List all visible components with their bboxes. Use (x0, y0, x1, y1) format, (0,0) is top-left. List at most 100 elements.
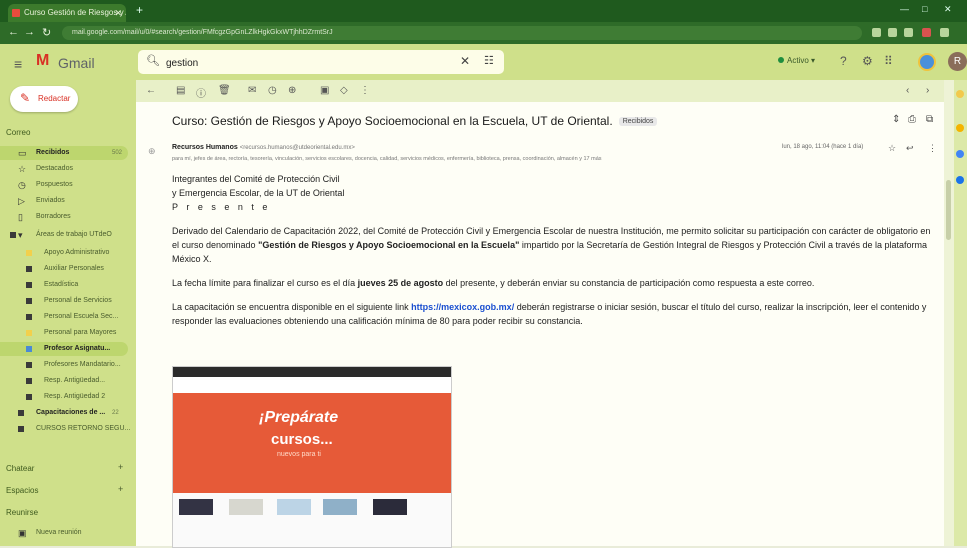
browser-tab[interactable]: Curso Gestión de Riesgos y Apo... ✕ (8, 4, 126, 22)
settings-gear-icon[interactable]: ⚙ (862, 54, 873, 68)
search-options-icon[interactable]: ☷ (484, 54, 494, 67)
snooze-icon[interactable]: ◷ (268, 85, 277, 96)
tasks-icon[interactable] (956, 150, 964, 158)
extension-icon[interactable] (872, 28, 881, 37)
sidebar-label-group[interactable]: ▾ Áreas de trabajo UTdeO (0, 228, 136, 242)
keep-icon[interactable] (956, 124, 964, 132)
avatar[interactable]: R (948, 52, 967, 71)
sidebar-label[interactable]: Capacitaciones de ... 22 (0, 406, 136, 420)
main-menu-icon[interactable]: ≡ (14, 56, 22, 72)
move-to-icon[interactable]: ▣ (320, 85, 329, 96)
add-space-icon[interactable]: + (118, 484, 123, 494)
sidebar-item-label: Apoyo Administrativo (44, 249, 110, 256)
add-chat-icon[interactable]: + (118, 462, 123, 472)
course-link[interactable]: https://mexicox.gob.mx/ (411, 302, 514, 312)
sidebar-label[interactable]: Personal para Mayores (0, 326, 136, 340)
sidebar-label[interactable]: CURSOS RETORNO SEGU... (0, 422, 136, 436)
embedded-image[interactable]: ¡Prepárate cursos... nuevos para ti (172, 366, 452, 548)
label-color-icon (10, 232, 16, 238)
print-icon[interactable]: ⎙ (908, 114, 916, 125)
browser-menu-icon[interactable] (940, 28, 949, 37)
extension-icon[interactable] (888, 28, 897, 37)
email-subject: Curso: Gestión de Riesgos y Apoyo Socioe… (172, 114, 658, 128)
back-icon[interactable]: ← (8, 26, 19, 38)
sidebar-label-selected[interactable]: Profesor Asignatu... (0, 342, 128, 356)
status-indicator[interactable]: Activo ▾ (778, 56, 815, 65)
scrollbar-thumb[interactable] (946, 180, 951, 240)
sidebar-section-mail[interactable]: Correo (6, 128, 30, 137)
email-body: Integrantes del Comité de Protección Civ… (172, 172, 932, 328)
sidebar-item-new-meeting[interactable]: ▣ Nueva reunión (0, 526, 136, 540)
scrollbar[interactable] (944, 80, 954, 546)
sidebar-label[interactable]: Personal Escuela Sec... (0, 310, 136, 324)
star-icon[interactable]: ☆ (888, 143, 896, 154)
contacts-icon[interactable] (956, 176, 964, 184)
more-options-icon[interactable]: ⋮ (360, 85, 370, 96)
help-icon[interactable]: ? (840, 54, 847, 68)
reply-icon[interactable]: ↩ (906, 143, 914, 154)
account-organization-icon[interactable] (918, 53, 936, 71)
sidebar-item-snoozed[interactable]: ◷ Pospuestos (0, 178, 136, 192)
sidebar-item-label: Resp. Antigüedad... (44, 377, 106, 384)
sidebar-item-drafts[interactable]: ▯ Borradores (0, 210, 136, 224)
sidebar-item-label: Estadística (44, 281, 79, 288)
label-badge[interactable]: Recibidos (618, 117, 658, 127)
sidebar-item-label: Auxiliar Personales (44, 265, 104, 272)
compose-button[interactable]: ✎ Redactar (10, 86, 78, 112)
sidebar-label[interactable]: Personal de Servicios (0, 294, 136, 308)
hero-caption: nuevos para ti (277, 451, 321, 458)
sidebar-label[interactable]: Resp. Antigüedad... (0, 374, 136, 388)
add-task-icon[interactable]: ⊕ (288, 85, 296, 96)
older-email-icon[interactable]: › (926, 85, 929, 96)
apps-grid-icon[interactable]: ⠿ (884, 54, 893, 68)
label-icon[interactable]: ◇ (340, 85, 348, 96)
send-icon: ▷ (18, 196, 25, 206)
more-actions-icon[interactable]: ⋮ (928, 143, 937, 154)
newer-email-icon[interactable]: ‹ (906, 85, 909, 96)
sidebar-label[interactable]: Apoyo Administrativo (0, 246, 136, 260)
forward-icon[interactable]: → (24, 26, 35, 38)
mark-unread-icon[interactable]: ✉ (248, 85, 256, 96)
sender-line: Recursos Humanos <recursos.humanos@utdeo… (172, 144, 355, 151)
sidebar-item-sent[interactable]: ▷ Enviados (0, 194, 136, 208)
sidebar-section-meet[interactable]: Reunirse (6, 508, 38, 517)
url-field[interactable]: mail.google.com/mail/u/0/#search/gestion… (62, 26, 862, 40)
expand-all-icon[interactable]: ⇕ (892, 114, 900, 125)
sender-name[interactable]: Recursos Humanos (172, 144, 238, 151)
tab-title: Curso Gestión de Riesgos y Apo... (24, 8, 126, 17)
sidebar-item-inbox[interactable]: ▭ Recibidos 502 (0, 146, 128, 160)
sidebar-item-starred[interactable]: ☆ Destacados (0, 162, 136, 176)
clear-search-icon[interactable]: ✕ (460, 54, 470, 68)
archive-icon[interactable]: ▤ (176, 85, 185, 96)
close-tab-icon[interactable]: ✕ (114, 4, 122, 22)
sidebar-label[interactable]: Profesores Mandatario... (0, 358, 136, 372)
label-color-icon (26, 362, 32, 368)
search-icon[interactable]: 🔍︎ (146, 54, 160, 67)
unread-count: 22 (112, 410, 119, 416)
report-spam-icon[interactable]: ⓘ (196, 85, 206, 100)
close-window-icon[interactable]: ✕ (944, 4, 952, 15)
sidebar-label[interactable]: Estadística (0, 278, 136, 292)
sidebar-item-label: Capacitaciones de ... (36, 409, 106, 416)
profile-icon[interactable] (922, 28, 931, 37)
reload-icon[interactable]: ↻ (42, 26, 51, 39)
back-to-list-icon[interactable]: ← (146, 85, 156, 96)
calendar-icon[interactable] (956, 90, 964, 98)
sidebar-label[interactable]: Resp. Antigüedad 2 (0, 390, 136, 404)
extension-icon[interactable] (904, 28, 913, 37)
sidebar-label[interactable]: Auxiliar Personales (0, 262, 136, 276)
sidebar-section-spaces[interactable]: Espacios (6, 486, 38, 495)
delete-icon[interactable]: 🗑︎ (218, 85, 231, 96)
open-new-window-icon[interactable]: ⧉ (926, 114, 933, 125)
paragraph-text: La capacitación se encuentra disponible … (172, 302, 412, 312)
recipients-line[interactable]: para mí, jefes de área, rectoría, tesore… (172, 156, 812, 162)
status-label: Activo (787, 56, 809, 65)
sidebar-section-chat[interactable]: Chatear (6, 464, 34, 473)
new-tab-icon[interactable]: + (136, 3, 143, 17)
search-input[interactable] (164, 54, 448, 72)
label-color-icon (18, 410, 24, 416)
gmail-logo-icon[interactable]: M (36, 52, 49, 70)
maximize-window-icon[interactable]: □ (922, 4, 927, 14)
sender-avatar[interactable]: ⊕ (148, 146, 156, 157)
minimize-window-icon[interactable]: — (900, 4, 909, 14)
